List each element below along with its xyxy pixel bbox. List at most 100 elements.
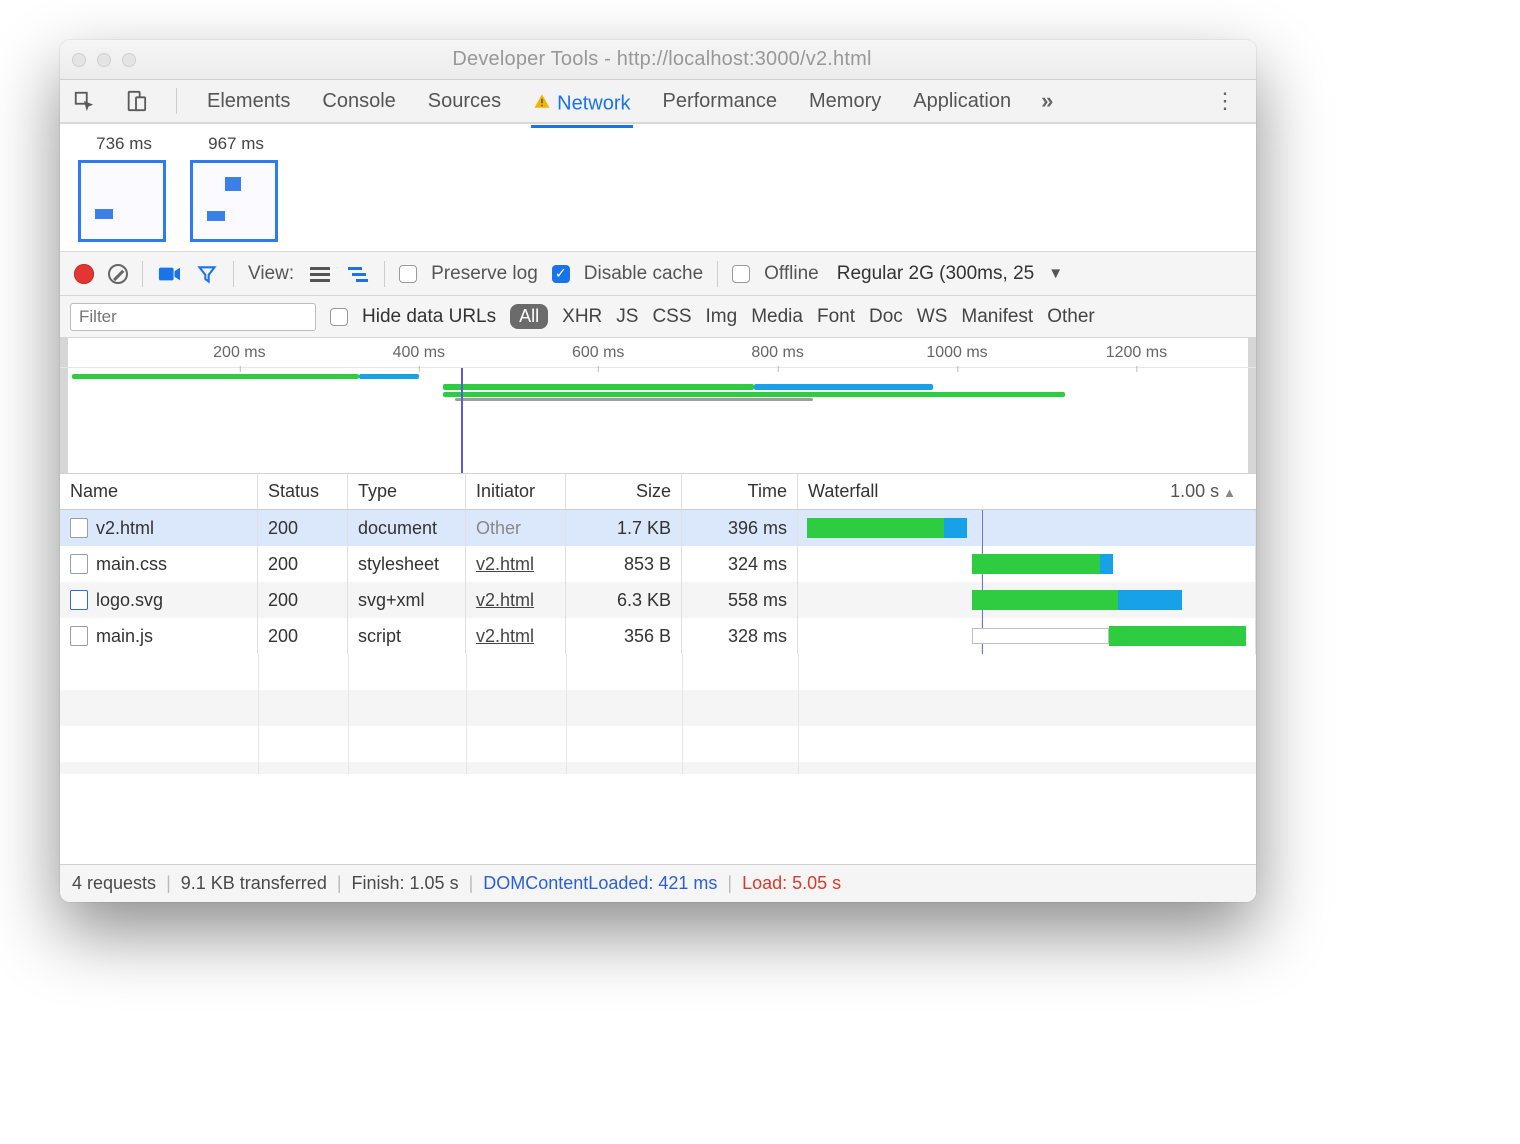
- request-time: 328 ms: [682, 618, 798, 654]
- frame-thumbnail: [190, 160, 278, 242]
- overview-marker: [461, 368, 463, 473]
- request-status: 200: [258, 510, 348, 546]
- offline-label: Offline: [764, 263, 819, 285]
- waterfall-scale: 1.00 s: [1170, 481, 1219, 501]
- large-rows-icon[interactable]: [308, 262, 332, 286]
- file-icon: [70, 518, 88, 538]
- table-row[interactable]: v2.html 200 document Other 1.7 KB 396 ms: [60, 510, 1256, 546]
- request-name: main.js: [96, 626, 153, 647]
- table-row[interactable]: logo.svg 200 svg+xml v2.html 6.3 KB 558 …: [60, 582, 1256, 618]
- chevron-down-icon[interactable]: ▼: [1048, 265, 1063, 282]
- filter-type-manifest[interactable]: Manifest: [961, 306, 1033, 328]
- col-size[interactable]: Size: [566, 474, 682, 509]
- divider: [176, 88, 177, 114]
- filmstrip: 736 ms 967 ms: [60, 124, 1256, 252]
- filter-type-font[interactable]: Font: [817, 306, 855, 328]
- filter-type-ws[interactable]: WS: [917, 306, 948, 328]
- initiator-link[interactable]: v2.html: [476, 590, 534, 611]
- filter-type-img[interactable]: Img: [706, 306, 738, 328]
- divider: |: [166, 873, 171, 894]
- toggle-device-icon[interactable]: [124, 89, 148, 113]
- col-time[interactable]: Time: [682, 474, 798, 509]
- capture-screenshots-icon[interactable]: [157, 262, 181, 286]
- zoom-window-button[interactable]: [122, 53, 136, 67]
- filter-type-all[interactable]: All: [510, 304, 548, 329]
- more-tabs-button[interactable]: »: [1041, 88, 1053, 114]
- filter-type-doc[interactable]: Doc: [869, 306, 903, 328]
- throttling-select[interactable]: Regular 2G (300ms, 25: [837, 263, 1035, 285]
- col-name[interactable]: Name: [60, 474, 258, 509]
- frame-thumbnail: [78, 160, 166, 242]
- tab-sources[interactable]: Sources: [426, 84, 503, 119]
- request-initiator: v2.html: [466, 582, 566, 618]
- col-status[interactable]: Status: [258, 474, 348, 509]
- close-window-button[interactable]: [72, 53, 86, 67]
- table-body: v2.html 200 document Other 1.7 KB 396 ms…: [60, 510, 1256, 654]
- tab-application[interactable]: Application: [911, 84, 1013, 119]
- offline-checkbox[interactable]: [732, 265, 750, 283]
- ruler-tick: 600 ms: [572, 344, 624, 362]
- request-size: 6.3 KB: [566, 582, 682, 618]
- warning-icon: [533, 92, 551, 116]
- tab-elements[interactable]: Elements: [205, 84, 292, 119]
- preserve-log-label: Preserve log: [431, 263, 538, 285]
- tab-memory[interactable]: Memory: [807, 84, 883, 119]
- status-domcontentloaded: DOMContentLoaded: 421 ms: [483, 873, 717, 894]
- col-initiator[interactable]: Initiator: [466, 474, 566, 509]
- inspect-element-icon[interactable]: [72, 89, 96, 113]
- hide-data-urls-label: Hide data URLs: [362, 306, 496, 328]
- minimize-window-button[interactable]: [97, 53, 111, 67]
- ruler-tick: 1000 ms: [926, 344, 987, 362]
- hide-data-urls-checkbox[interactable]: [330, 308, 348, 326]
- initiator-link[interactable]: v2.html: [476, 554, 534, 575]
- request-name: v2.html: [96, 518, 154, 539]
- tab-console[interactable]: Console: [320, 84, 397, 119]
- table-row[interactable]: main.css 200 stylesheet v2.html 853 B 32…: [60, 546, 1256, 582]
- request-time: 396 ms: [682, 510, 798, 546]
- filter-type-other[interactable]: Other: [1047, 306, 1095, 328]
- clear-button[interactable]: [108, 264, 128, 284]
- filter-icon[interactable]: [195, 262, 219, 286]
- overview-bars: [60, 372, 1256, 406]
- titlebar: Developer Tools - http://localhost:3000/…: [60, 40, 1256, 80]
- ruler-tick: 800 ms: [751, 344, 803, 362]
- initiator-link[interactable]: v2.html: [476, 626, 534, 647]
- request-name: logo.svg: [96, 590, 163, 611]
- tab-network-label: Network: [557, 92, 630, 114]
- filter-type-css[interactable]: CSS: [652, 306, 691, 328]
- initiator-text: Other: [476, 518, 521, 539]
- table-header: Name Status Type Initiator Size Time Wat…: [60, 474, 1256, 510]
- col-waterfall[interactable]: Waterfall 1.00 s▲: [798, 474, 1256, 509]
- window-controls: [72, 53, 136, 67]
- filter-input[interactable]: [70, 303, 316, 331]
- table-row[interactable]: main.js 200 script v2.html 356 B 328 ms: [60, 618, 1256, 654]
- requests-table: Name Status Type Initiator Size Time Wat…: [60, 474, 1256, 774]
- filter-type-js[interactable]: JS: [616, 306, 638, 328]
- status-load: Load: 5.05 s: [742, 873, 841, 894]
- request-name: main.css: [96, 554, 167, 575]
- devtools-menu-button[interactable]: ⋮: [1206, 88, 1244, 114]
- tab-network[interactable]: Network: [531, 86, 632, 128]
- overview-chart[interactable]: 200 ms 400 ms 600 ms 800 ms 1000 ms 1200…: [60, 338, 1256, 474]
- ruler-tick: 400 ms: [393, 344, 445, 362]
- filter-type-media[interactable]: Media: [751, 306, 803, 328]
- disable-cache-checkbox[interactable]: ✓: [552, 265, 570, 283]
- request-type: svg+xml: [348, 582, 466, 618]
- status-finish: Finish: 1.05 s: [352, 873, 459, 894]
- waterfall-view-icon[interactable]: [346, 262, 370, 286]
- tab-performance[interactable]: Performance: [661, 84, 780, 119]
- window-title: Developer Tools - http://localhost:3000/…: [136, 48, 1188, 71]
- divider: [384, 261, 385, 287]
- ruler-tick: 1200 ms: [1106, 344, 1167, 362]
- filter-type-xhr[interactable]: XHR: [562, 306, 602, 328]
- request-time: 324 ms: [682, 546, 798, 582]
- overview-ruler: 200 ms 400 ms 600 ms 800 ms 1000 ms 1200…: [60, 338, 1256, 368]
- record-button[interactable]: [74, 264, 94, 284]
- request-initiator: Other: [466, 510, 566, 546]
- filmstrip-frame[interactable]: 736 ms: [78, 134, 170, 242]
- view-label: View:: [248, 263, 294, 285]
- preserve-log-checkbox[interactable]: [399, 265, 417, 283]
- filmstrip-frame[interactable]: 967 ms: [190, 134, 282, 242]
- status-bar: 4 requests | 9.1 KB transferred | Finish…: [60, 864, 1256, 902]
- col-type[interactable]: Type: [348, 474, 466, 509]
